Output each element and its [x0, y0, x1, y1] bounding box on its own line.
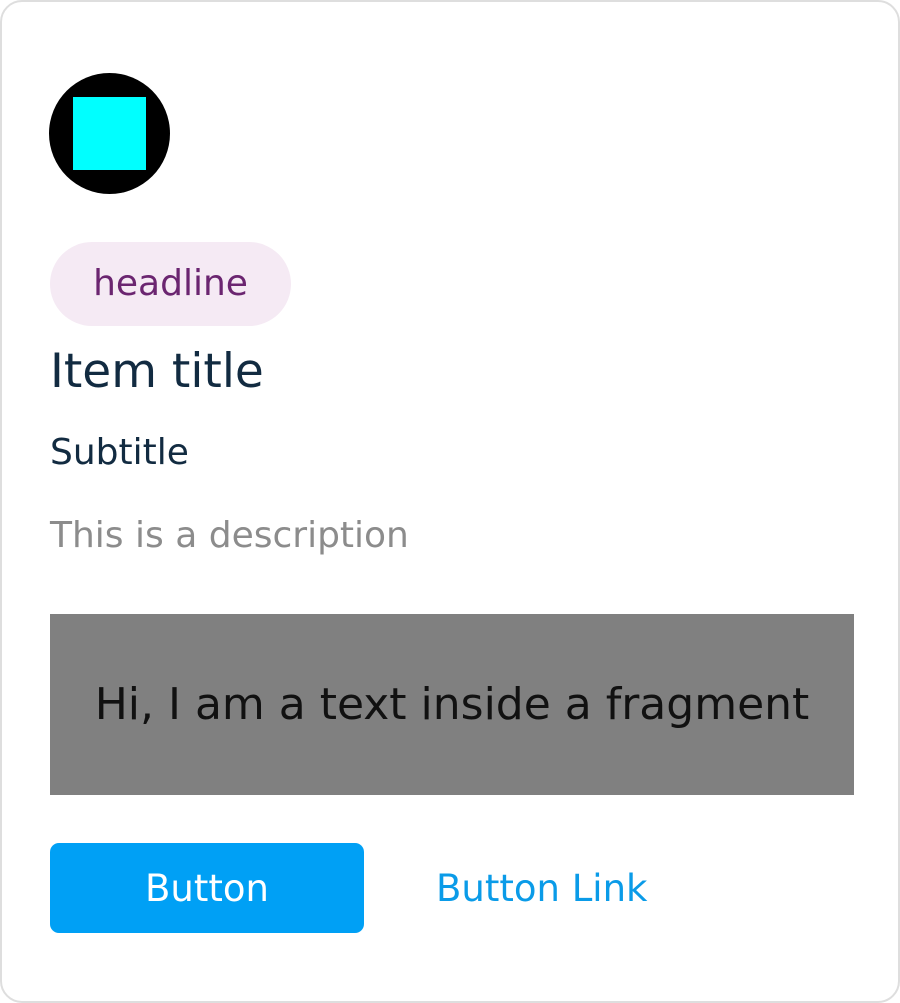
item-subtitle: Subtitle [50, 432, 189, 473]
item-card: headline Item title Subtitle This is a d… [0, 0, 900, 1003]
item-description: This is a description [50, 515, 409, 556]
avatar [49, 73, 170, 194]
primary-button[interactable]: Button [50, 843, 364, 933]
item-title: Item title [50, 344, 264, 399]
headline-chip: headline [50, 242, 291, 326]
square-avatar-icon [73, 97, 146, 170]
fragment-text: Hi, I am a text inside a fragment [94, 679, 810, 730]
fragment-container: Hi, I am a text inside a fragment [50, 614, 854, 795]
headline-label: headline [93, 262, 248, 304]
button-link[interactable]: Button Link [436, 843, 647, 933]
